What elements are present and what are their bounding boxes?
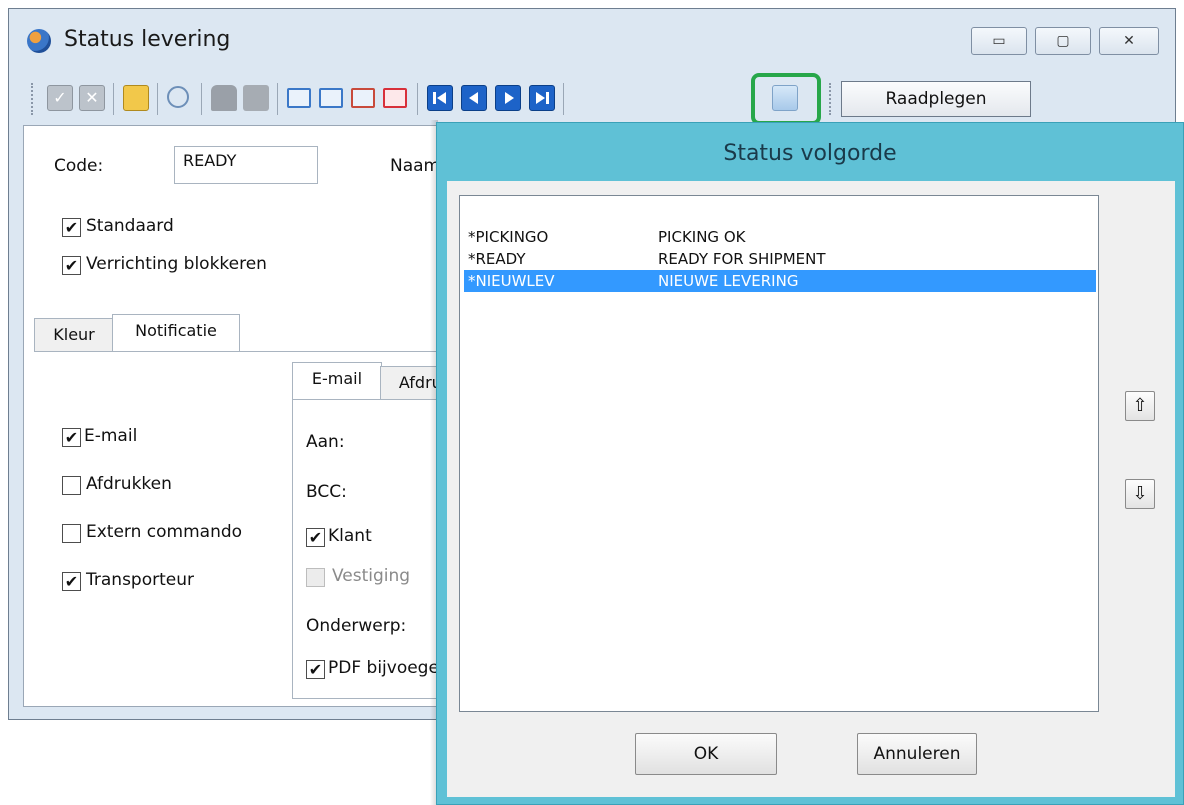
status-name: NIEUWE LEVERING bbox=[658, 272, 799, 290]
new-record-icon[interactable] bbox=[287, 88, 311, 108]
close-button[interactable]: ✕ bbox=[1099, 27, 1159, 55]
status-name: PICKING OK bbox=[658, 228, 746, 246]
status-code: *NIEUWLEV bbox=[468, 272, 555, 290]
list-item[interactable]: *PICKINGO PICKING OK bbox=[464, 226, 1096, 248]
edit-record-icon[interactable] bbox=[351, 88, 375, 108]
tab-notificatie[interactable]: Notificatie bbox=[112, 314, 240, 352]
toolbar-separator bbox=[201, 83, 202, 115]
minimize-button[interactable]: ▭ bbox=[971, 27, 1027, 55]
tab-kleur[interactable]: Kleur bbox=[34, 318, 114, 352]
vestiging-label: Vestiging bbox=[332, 566, 411, 586]
status-code: *PICKINGO bbox=[468, 228, 549, 246]
title-bar[interactable]: Status levering ▭ ▢ ✕ bbox=[9, 9, 1175, 69]
cancel-icon[interactable]: ✕ bbox=[79, 85, 105, 111]
print-icon[interactable] bbox=[211, 85, 237, 111]
status-list[interactable]: *PICKINGO PICKING OK *READY READY FOR SH… bbox=[459, 195, 1099, 712]
maximize-button[interactable]: ▢ bbox=[1035, 27, 1091, 55]
toolbar-separator bbox=[277, 83, 278, 115]
list-item[interactable]: *READY READY FOR SHIPMENT bbox=[464, 248, 1096, 270]
toolbar-separator bbox=[417, 83, 418, 115]
cancel-button[interactable]: Annuleren bbox=[857, 733, 977, 775]
transporteur-label: Transporteur bbox=[86, 570, 194, 590]
move-down-button[interactable]: ⇩ bbox=[1125, 479, 1155, 509]
pdf-checkbox[interactable]: ✔ bbox=[306, 660, 325, 679]
aan-label: Aan: bbox=[306, 432, 345, 452]
pdf-label: PDF bijvoege bbox=[328, 658, 439, 678]
document-icon[interactable] bbox=[243, 85, 269, 111]
last-record-icon[interactable] bbox=[529, 85, 555, 111]
afdrukken-checkbox[interactable] bbox=[62, 476, 81, 495]
app-icon bbox=[27, 29, 51, 53]
next-record-icon[interactable] bbox=[495, 85, 521, 111]
toolbar-grip[interactable] bbox=[829, 83, 835, 115]
klant-checkbox[interactable]: ✔ bbox=[306, 528, 325, 547]
email-checkbox[interactable]: ✔ bbox=[62, 428, 81, 447]
standaard-checkbox[interactable]: ✔ bbox=[62, 218, 81, 237]
vestiging-checkbox bbox=[306, 568, 325, 587]
ok-button[interactable]: OK bbox=[635, 733, 777, 775]
bcc-label: BCC: bbox=[306, 482, 347, 502]
first-record-icon[interactable] bbox=[427, 85, 453, 111]
status-name: READY FOR SHIPMENT bbox=[658, 250, 826, 268]
move-up-button[interactable]: ⇧ bbox=[1125, 391, 1155, 421]
subtab-email[interactable]: E-mail bbox=[292, 362, 382, 400]
email-label: E-mail bbox=[84, 426, 138, 446]
toolbar-grip[interactable] bbox=[31, 83, 37, 115]
verrichting-checkbox[interactable]: ✔ bbox=[62, 256, 81, 275]
code-input[interactable]: READY bbox=[174, 146, 318, 184]
copy-record-icon[interactable] bbox=[319, 88, 343, 108]
status-code: *READY bbox=[468, 250, 526, 268]
delete-record-icon[interactable] bbox=[383, 88, 407, 108]
confirm-icon[interactable]: ✓ bbox=[47, 85, 73, 111]
onderwerp-label: Onderwerp: bbox=[306, 616, 407, 636]
extern-checkbox[interactable] bbox=[62, 524, 81, 543]
transporteur-checkbox[interactable]: ✔ bbox=[62, 572, 81, 591]
klant-label: Klant bbox=[328, 526, 372, 546]
extern-label: Extern commando bbox=[86, 522, 243, 542]
window-title: Status levering bbox=[64, 27, 231, 52]
standaard-label: Standaard bbox=[86, 216, 174, 236]
dialog-body: *PICKINGO PICKING OK *READY READY FOR SH… bbox=[447, 181, 1175, 797]
list-item-selected[interactable]: *NIEUWLEV NIEUWE LEVERING bbox=[464, 270, 1096, 292]
verrichting-label: Verrichting blokkeren bbox=[86, 254, 267, 274]
dialog-title: Status volgorde bbox=[723, 141, 897, 166]
raadplegen-button[interactable]: Raadplegen bbox=[841, 81, 1031, 117]
search-icon[interactable] bbox=[167, 86, 189, 108]
toolbar-separator bbox=[563, 83, 564, 115]
code-label: Code: bbox=[54, 156, 104, 176]
toolbar: ✓ ✕ Raadplegen bbox=[29, 73, 1039, 125]
toolbar-separator bbox=[157, 83, 158, 115]
previous-record-icon[interactable] bbox=[461, 85, 487, 111]
afdrukken-label: Afdrukken bbox=[86, 474, 172, 494]
toolbar-separator bbox=[113, 83, 114, 115]
status-order-icon[interactable] bbox=[772, 85, 798, 111]
export-icon[interactable] bbox=[123, 85, 149, 111]
status-order-dialog: Status volgorde *PICKINGO PICKING OK *RE… bbox=[436, 122, 1184, 805]
